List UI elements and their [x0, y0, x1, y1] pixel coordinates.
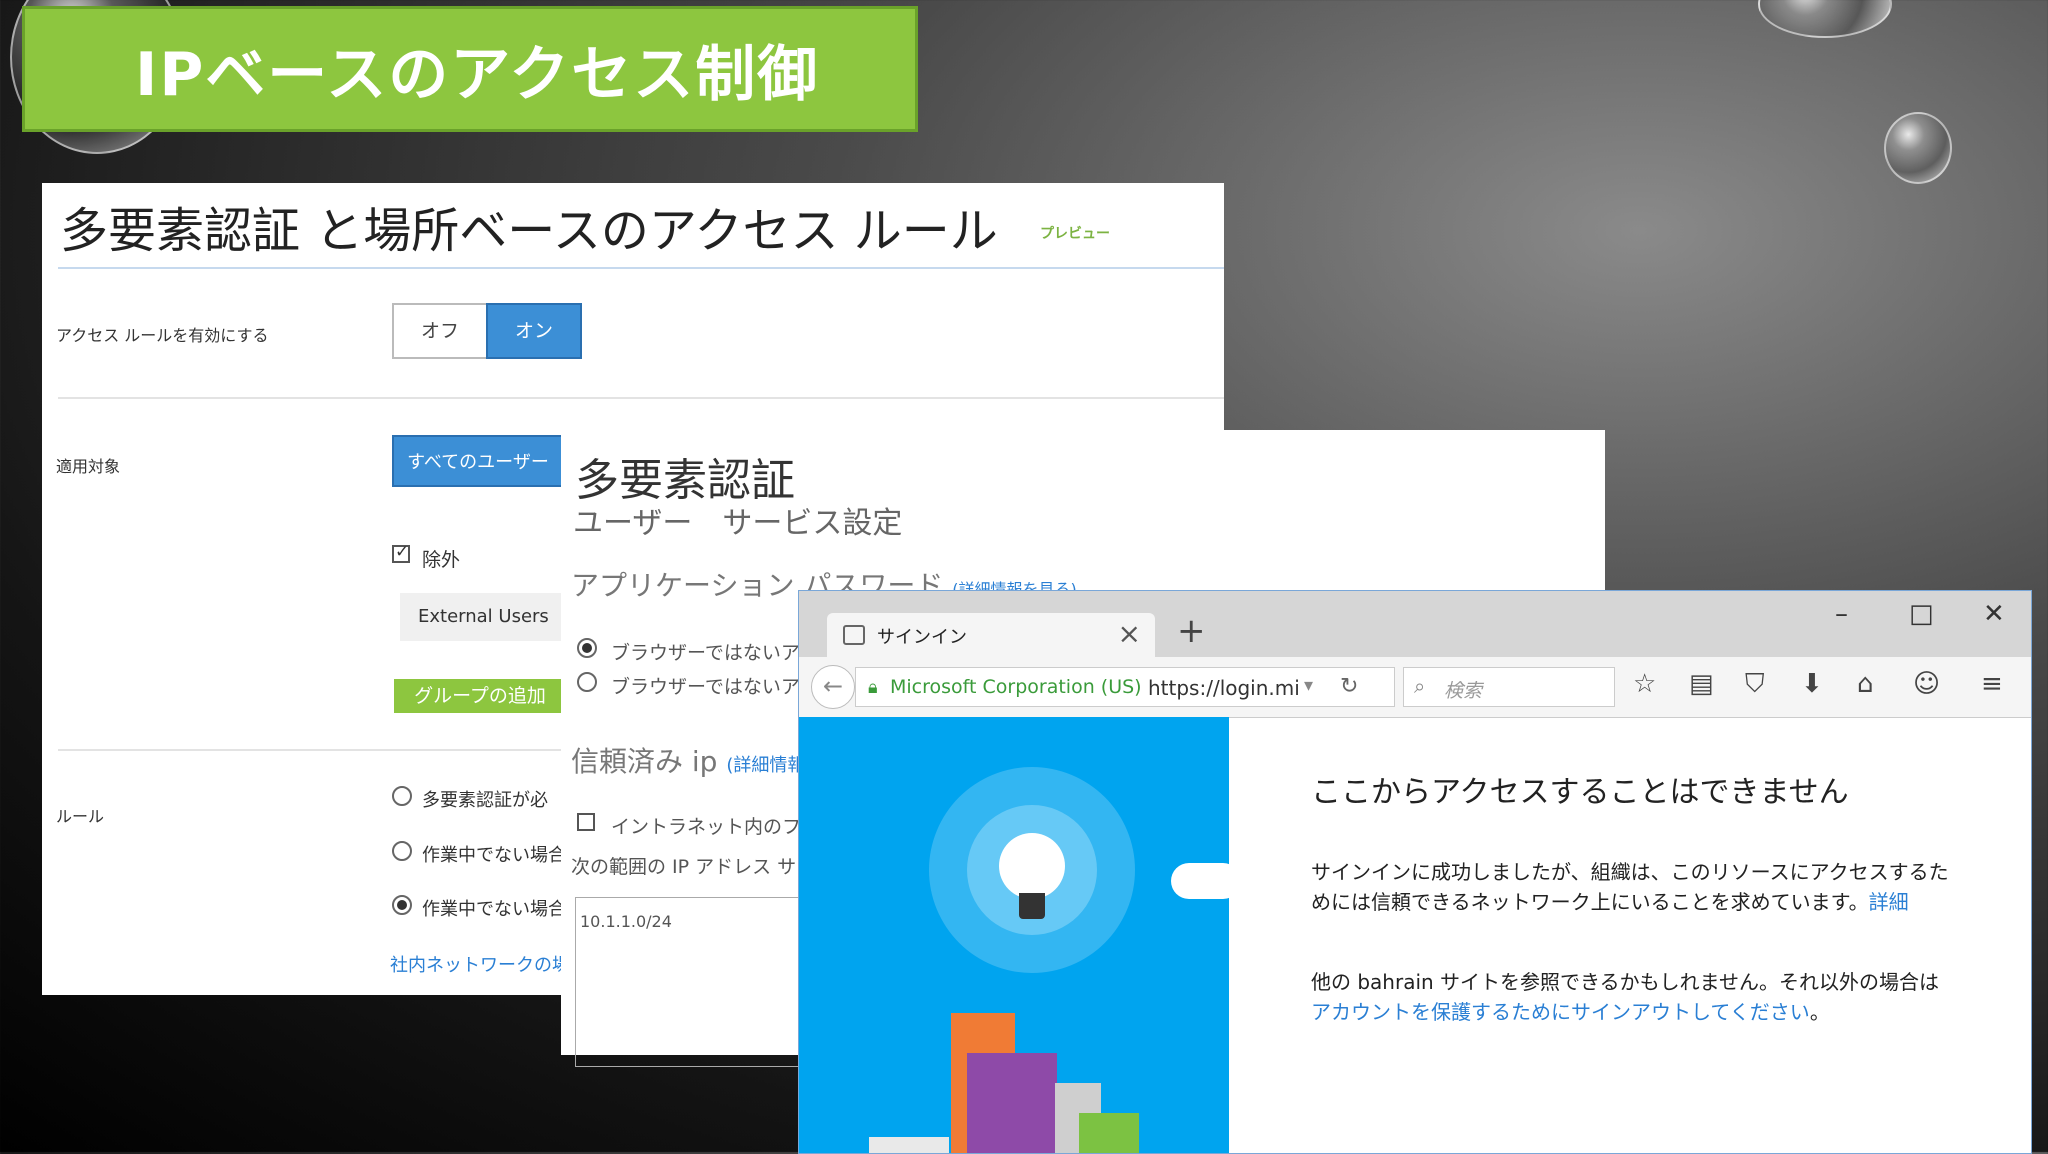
- trusted-ip-more-link[interactable]: (詳細情報: [726, 755, 805, 776]
- mfa-subtitle: ユーザー サービス設定: [573, 506, 903, 541]
- app-password-option-1: ブラウザーではないア: [611, 642, 800, 664]
- maximize-icon[interactable]: □: [1909, 599, 1934, 629]
- search-box[interactable]: ⌕ 検索: [1403, 667, 1615, 707]
- app-password-radio-2[interactable]: [577, 672, 597, 692]
- app-password-radio-1[interactable]: [577, 638, 597, 658]
- body-text-2-end: 。: [1809, 1000, 1830, 1024]
- trusted-ip-label: 信頼済み ip: [571, 745, 718, 778]
- body-text-1: サインインに成功しましたが、組織は、このリソースにアクセスするためには信頼できる…: [1311, 860, 1949, 914]
- rule-radio-2[interactable]: [392, 841, 412, 861]
- exclude-label: 除外: [422, 549, 461, 571]
- enable-toggle[interactable]: オフ オン: [392, 303, 582, 359]
- details-link[interactable]: 詳細: [1869, 890, 1909, 914]
- rule-radio-1[interactable]: [392, 786, 412, 806]
- signout-link[interactable]: アカウントを保護するためにサインアウトしてください: [1311, 1000, 1810, 1024]
- browser-tab[interactable]: サインイン ×: [827, 613, 1155, 657]
- applies-to-label: 適用対象: [56, 457, 121, 476]
- lightbulb-base: [1019, 893, 1045, 919]
- rule-radio-3[interactable]: [392, 895, 412, 915]
- signout-body: 他の bahrain サイトを参照できるかもしれません。それ以外の場合はアカウン…: [1311, 967, 1951, 1027]
- home-icon[interactable]: ⌂: [1857, 669, 1874, 699]
- access-denied-body: サインインに成功しましたが、組織は、このリソースにアクセスするためには信頼できる…: [1311, 857, 1951, 917]
- rule-option-2: 作業中でない場合: [422, 845, 566, 866]
- body-text-2: 他の bahrain サイトを参照できるかもしれません。それ以外の場合は: [1311, 970, 1940, 994]
- url-text: https://login.mi: [1148, 676, 1300, 700]
- bubble-decoration: [1758, 0, 1892, 38]
- message-panel: ここからアクセスすることはできません サインインに成功しましたが、組織は、このリ…: [1229, 717, 2031, 1153]
- close-window-icon[interactable]: ✕: [1983, 599, 2005, 629]
- ip-range-label: 次の範囲の IP アドレス サブ: [571, 856, 816, 878]
- preview-badge: プレビュー: [1040, 226, 1110, 242]
- nav-bar: ← 🔒︎ Microsoft Corporation (US) https://…: [799, 657, 2031, 718]
- slide-title-banner: IPベースのアクセス制御: [22, 6, 918, 132]
- rule-option-1: 多要素認証が必: [422, 790, 548, 811]
- building-illustration: [869, 1137, 949, 1153]
- access-denied-heading: ここからアクセスすることはできません: [1311, 775, 1849, 810]
- external-users-item[interactable]: External Users: [400, 593, 572, 641]
- building-illustration: [1079, 1113, 1139, 1153]
- reader-list-icon[interactable]: ▤: [1689, 669, 1714, 699]
- site-identity: Microsoft Corporation (US): [890, 676, 1142, 698]
- download-icon[interactable]: ⬇: [1801, 669, 1823, 699]
- divider: [58, 267, 1224, 269]
- app-password-option-2: ブラウザーではないア: [611, 676, 800, 698]
- exclude-checkbox[interactable]: [392, 542, 410, 563]
- back-arrow-icon[interactable]: ←: [811, 665, 855, 709]
- internal-network-link[interactable]: 社内ネットワークの場: [390, 951, 570, 977]
- pocket-icon[interactable]: ⛉: [1745, 669, 1765, 700]
- lightbulb-glass: [999, 833, 1065, 899]
- illustration-panel: [799, 717, 1241, 1153]
- bookmark-star-icon[interactable]: ☆: [1633, 669, 1656, 699]
- toggle-on[interactable]: オン: [486, 303, 582, 359]
- browser-window: サインイン × + – □ ✕ ← 🔒︎ Microsoft Corporati…: [798, 590, 2032, 1154]
- enable-rules-label: アクセス ルールを有効にする: [56, 326, 269, 345]
- bubble-decoration: [1884, 112, 1952, 184]
- slide-title: IPベースのアクセス制御: [135, 39, 820, 110]
- search-placeholder: 検索: [1444, 680, 1483, 702]
- intranet-checkbox[interactable]: [577, 813, 595, 831]
- minimize-icon[interactable]: –: [1835, 599, 1848, 629]
- rule-option-3: 作業中でない場合: [422, 899, 566, 920]
- divider: [58, 397, 1224, 399]
- all-users-button[interactable]: すべてのユーザー: [392, 435, 564, 487]
- chat-icon[interactable]: ☺: [1913, 669, 1940, 699]
- address-bar[interactable]: 🔒︎ Microsoft Corporation (US) https://lo…: [855, 667, 1395, 707]
- favicon-icon: [843, 625, 865, 645]
- menu-icon[interactable]: ≡: [1981, 669, 2003, 699]
- new-tab-icon[interactable]: +: [1177, 611, 1206, 651]
- tab-title: サインイン: [877, 627, 967, 648]
- tab-strip: サインイン × + – □ ✕: [799, 591, 2031, 657]
- building-illustration: [967, 1053, 1057, 1153]
- rules-label: ルール: [56, 807, 105, 826]
- dropdown-icon[interactable]: ▾: [1304, 675, 1313, 696]
- trusted-ip-heading: 信頼済み ip (詳細情報: [571, 740, 805, 780]
- search-icon: ⌕: [1414, 674, 1426, 698]
- reload-icon[interactable]: ↻: [1340, 674, 1358, 699]
- close-tab-icon[interactable]: ×: [1118, 617, 1141, 650]
- lock-icon: 🔒︎: [868, 677, 878, 698]
- add-group-button[interactable]: グループの追加: [394, 679, 566, 713]
- toggle-off[interactable]: オフ: [394, 305, 486, 357]
- panel-title: 多要素認証 と場所ベースのアクセス ルール: [60, 203, 998, 259]
